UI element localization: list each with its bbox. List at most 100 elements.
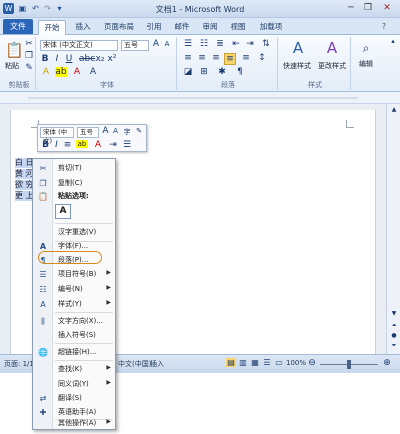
- mini-font-color-icon[interactable]: A: [93, 140, 103, 150]
- numbering-icon[interactable]: ☷: [198, 39, 210, 49]
- tab-review[interactable]: 审阅: [198, 20, 222, 35]
- align-left-icon[interactable]: ≡: [182, 53, 194, 63]
- minimize-ribbon-icon[interactable]: ▴: [388, 37, 398, 45]
- draft-icon[interactable]: ▭: [274, 358, 284, 367]
- decrease-indent-icon[interactable]: ⇤: [230, 39, 242, 49]
- menu-item-styles[interactable]: A 样式(Y) ▶: [34, 297, 115, 312]
- tab-references[interactable]: 引用: [142, 20, 166, 35]
- char-shading-icon[interactable]: A: [87, 67, 99, 77]
- shading-icon[interactable]: ◪: [182, 67, 194, 77]
- line-spacing-icon[interactable]: ↕: [256, 53, 268, 63]
- tab-page-layout[interactable]: 页面布局: [99, 20, 139, 35]
- align-right-icon[interactable]: ≡: [210, 53, 222, 63]
- tab-file[interactable]: 文件: [3, 19, 33, 34]
- menu-item-synonym[interactable]: 同义词(Y) ▶: [34, 377, 115, 392]
- tab-insert[interactable]: 插入: [70, 20, 96, 35]
- menu-item-cut[interactable]: ✂ 剪切(T): [34, 161, 115, 176]
- mini-bold-icon[interactable]: B: [41, 140, 50, 150]
- print-layout-icon[interactable]: ▤: [226, 358, 236, 367]
- zoom-level[interactable]: 100%: [286, 359, 306, 367]
- show-marks-icon[interactable]: ¶: [234, 67, 246, 77]
- mini-indent-icon[interactable]: ⇥: [108, 140, 118, 150]
- status-page[interactable]: 页面: 1/1: [4, 359, 34, 369]
- group-editing: ⌕ 编辑: [352, 37, 382, 90]
- tab-addins[interactable]: 加载项: [254, 20, 288, 35]
- web-layout-icon[interactable]: ▦: [250, 358, 260, 367]
- justify-icon[interactable]: ≡: [224, 53, 236, 65]
- font-name-box[interactable]: 宋体 (中文正文): [40, 40, 118, 51]
- sort-icon[interactable]: ⇅: [260, 39, 272, 49]
- increase-indent-icon[interactable]: ⇥: [244, 39, 256, 49]
- scroll-up-icon[interactable]: ▲: [388, 106, 400, 113]
- paste-button[interactable]: 粘贴: [2, 61, 22, 71]
- mini-shrink-font-icon[interactable]: A: [111, 127, 120, 135]
- mini-grow-font-icon[interactable]: A: [101, 126, 110, 136]
- find-binoculars-icon[interactable]: ⌕: [358, 41, 374, 56]
- cut-icon[interactable]: ✂: [24, 39, 34, 49]
- copy-icon[interactable]: ❐: [24, 51, 34, 61]
- paste-keep-text-only-button[interactable]: A: [55, 204, 71, 219]
- font-color-icon[interactable]: A: [71, 67, 83, 77]
- mini-size-box[interactable]: 五号: [77, 127, 99, 138]
- help-icon[interactable]: ?: [378, 20, 390, 35]
- status-insert-mode[interactable]: 插入: [150, 359, 164, 369]
- full-screen-reading-icon[interactable]: ▥: [238, 358, 248, 367]
- highlight-icon[interactable]: ab: [55, 67, 67, 77]
- quick-styles-icon[interactable]: A: [289, 39, 307, 59]
- status-language[interactable]: 中文(中国): [118, 359, 151, 369]
- vertical-scrollbar[interactable]: ▲ ▼ ⏶ ● ⏷: [386, 104, 400, 354]
- restore-button[interactable]: ❐: [361, 2, 375, 14]
- underline-icon[interactable]: U: [64, 54, 74, 64]
- shrink-font-icon[interactable]: A: [162, 40, 172, 48]
- distributed-icon[interactable]: ≡: [240, 53, 252, 63]
- borders-icon[interactable]: ⊞: [198, 67, 210, 77]
- mini-align-center-icon[interactable]: ≡: [63, 140, 72, 150]
- zoom-out-icon[interactable]: ⊖: [307, 358, 317, 368]
- menu-item-lookup[interactable]: 查找(K) ▶: [34, 362, 115, 377]
- menu-item-hyperlink[interactable]: 🌐 超链接(H)...: [34, 345, 115, 360]
- change-styles-icon[interactable]: A: [323, 39, 341, 59]
- subscript-icon[interactable]: x₂: [95, 54, 105, 64]
- tab-mailings[interactable]: 邮件: [170, 20, 194, 35]
- zoom-in-icon[interactable]: ⊕: [382, 358, 392, 368]
- editing-button[interactable]: 编辑: [352, 59, 380, 69]
- chinese-layout-icon[interactable]: ✱: [216, 67, 228, 77]
- mini-font-box[interactable]: 宋体 (中文): [40, 127, 74, 145]
- close-button[interactable]: ✕: [380, 2, 394, 14]
- change-styles-button[interactable]: 更改样式: [314, 61, 350, 71]
- tab-view[interactable]: 视图: [226, 20, 250, 35]
- mini-highlight-icon[interactable]: ab: [76, 140, 88, 148]
- grow-font-icon[interactable]: A: [151, 39, 161, 49]
- superscript-icon[interactable]: x²: [107, 54, 117, 64]
- text-effects-icon[interactable]: A: [40, 67, 52, 77]
- menu-item-translate[interactable]: ⇄ 翻译(S): [34, 391, 115, 406]
- mini-bullets-icon[interactable]: ☰: [122, 140, 132, 150]
- mini-format-painter-icon[interactable]: ✎: [134, 127, 144, 135]
- outline-icon[interactable]: ☰: [262, 358, 272, 367]
- next-page-icon[interactable]: ⏷: [388, 342, 400, 350]
- browse-object-icon[interactable]: ●: [388, 332, 400, 339]
- paste-icon[interactable]: 📋: [5, 41, 24, 59]
- quick-styles-button[interactable]: 快速样式: [279, 61, 315, 71]
- bold-icon[interactable]: B: [40, 54, 50, 64]
- multilevel-list-icon[interactable]: ≣: [214, 39, 226, 49]
- minimize-button[interactable]: ─: [344, 2, 358, 14]
- zoom-slider-thumb[interactable]: [347, 360, 351, 369]
- align-center-icon[interactable]: ≡: [196, 53, 208, 63]
- menu-item-bullets[interactable]: ☰ 项目符号(B) ▶: [34, 267, 115, 282]
- strikethrough-icon[interactable]: abc: [79, 54, 95, 64]
- menu-item-other-actions[interactable]: 其他操作(A) ▶: [34, 416, 115, 431]
- menu-item-text-direction[interactable]: ⫼ 文字方向(X)...: [34, 314, 115, 329]
- menu-item-hanzi-reconvert[interactable]: 汉字重选(V): [34, 225, 115, 240]
- menu-item-numbering[interactable]: ☷ 编号(N) ▶: [34, 282, 115, 297]
- format-painter-icon[interactable]: ✎: [24, 63, 34, 73]
- scroll-down-icon[interactable]: ▼: [388, 310, 400, 317]
- mini-italic-icon[interactable]: I: [52, 140, 61, 150]
- mini-chinese-font-icon[interactable]: 字: [122, 127, 132, 137]
- menu-item-insert-symbol[interactable]: 插入符号(S): [34, 328, 115, 343]
- bullets-icon[interactable]: ☰: [182, 39, 194, 49]
- tab-home[interactable]: 开始: [38, 20, 66, 35]
- italic-icon[interactable]: I: [52, 54, 62, 64]
- previous-page-icon[interactable]: ⏶: [388, 322, 400, 330]
- font-size-box[interactable]: 五号: [121, 40, 149, 51]
